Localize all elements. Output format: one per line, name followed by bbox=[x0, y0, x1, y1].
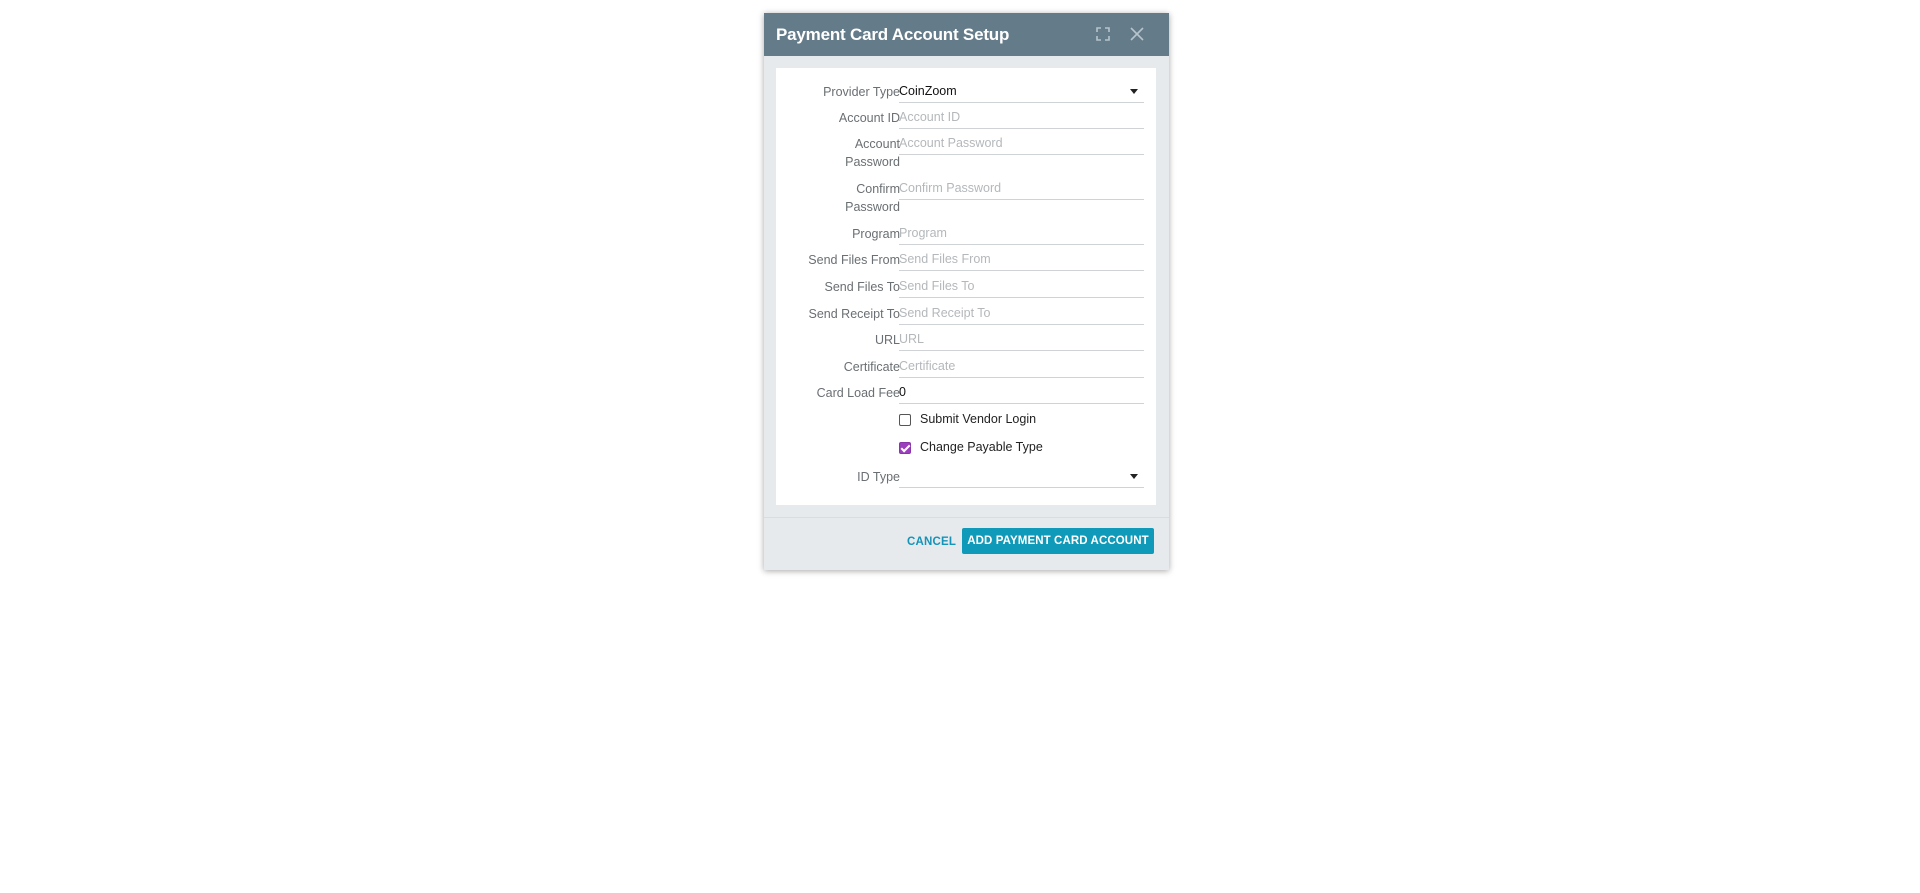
payment-card-setup-dialog: Payment Card Account Setup Provider Type… bbox=[764, 13, 1169, 570]
account-password-field bbox=[899, 134, 1144, 155]
chevron-down-icon bbox=[1130, 474, 1138, 479]
card-load-fee-label: Card Load Fee bbox=[816, 386, 900, 400]
cancel-button[interactable]: CANCEL bbox=[907, 536, 956, 548]
provider-type-select[interactable]: CoinZoom bbox=[899, 82, 1144, 103]
id-type-label: ID Type bbox=[857, 470, 900, 484]
send-files-to-label: Send Files To bbox=[824, 280, 900, 294]
send-files-to-input[interactable] bbox=[899, 277, 1144, 295]
submit-vendor-login-label: Submit Vendor Login bbox=[920, 412, 1037, 426]
program-label: Program bbox=[852, 227, 900, 241]
account-password-label-line2: Password bbox=[845, 155, 900, 169]
certificate-label: Certificate bbox=[843, 360, 900, 374]
maximize-icon[interactable] bbox=[1092, 23, 1114, 45]
send-files-from-field bbox=[899, 250, 1144, 271]
confirm-password-label-line1: Confirm bbox=[856, 182, 900, 196]
account-password-label-line1: Account bbox=[854, 137, 900, 151]
dialog-titlebar: Payment Card Account Setup bbox=[764, 13, 1169, 56]
send-files-from-input[interactable] bbox=[899, 250, 1144, 268]
url-field bbox=[899, 330, 1144, 351]
provider-type-value: CoinZoom bbox=[899, 84, 957, 98]
account-password-input[interactable] bbox=[899, 134, 1144, 152]
account-id-label: Account ID bbox=[838, 111, 900, 125]
dialog-footer: CANCEL ADD PAYMENT CARD ACCOUNT bbox=[764, 517, 1169, 571]
certificate-input[interactable] bbox=[899, 357, 1144, 375]
change-payable-type-label: Change Payable Type bbox=[920, 440, 1043, 454]
provider-type-label: Provider Type bbox=[823, 85, 900, 99]
program-field bbox=[899, 224, 1144, 245]
url-input[interactable] bbox=[899, 330, 1144, 348]
url-label: URL bbox=[874, 333, 900, 347]
send-files-from-label: Send Files From bbox=[808, 253, 900, 267]
close-icon[interactable] bbox=[1126, 23, 1148, 45]
chevron-down-icon bbox=[1130, 89, 1138, 94]
form-panel: Provider Type CoinZoom Account ID Accoun… bbox=[776, 68, 1156, 505]
program-input[interactable] bbox=[899, 224, 1144, 242]
account-id-field bbox=[899, 108, 1144, 129]
submit-vendor-login-checkbox[interactable] bbox=[899, 414, 911, 426]
certificate-field bbox=[899, 357, 1144, 378]
send-receipt-to-input[interactable] bbox=[899, 304, 1144, 322]
confirm-password-label: Confirm Password bbox=[790, 180, 900, 216]
confirm-password-label-line2: Password bbox=[845, 200, 900, 214]
confirm-password-input[interactable] bbox=[899, 179, 1144, 197]
confirm-password-field bbox=[899, 179, 1144, 200]
send-receipt-to-label: Send Receipt To bbox=[808, 307, 901, 321]
card-load-fee-input[interactable] bbox=[899, 383, 1144, 401]
id-type-select[interactable] bbox=[899, 467, 1144, 488]
card-load-fee-field bbox=[899, 383, 1144, 404]
add-payment-card-account-button[interactable]: ADD PAYMENT CARD ACCOUNT bbox=[962, 528, 1154, 554]
send-files-to-field bbox=[899, 277, 1144, 298]
account-password-label: Account Password bbox=[790, 135, 900, 171]
change-payable-type-checkbox[interactable] bbox=[899, 442, 911, 454]
account-id-input[interactable] bbox=[899, 108, 1144, 126]
send-receipt-to-field bbox=[899, 304, 1144, 325]
dialog-title: Payment Card Account Setup bbox=[776, 25, 1010, 44]
